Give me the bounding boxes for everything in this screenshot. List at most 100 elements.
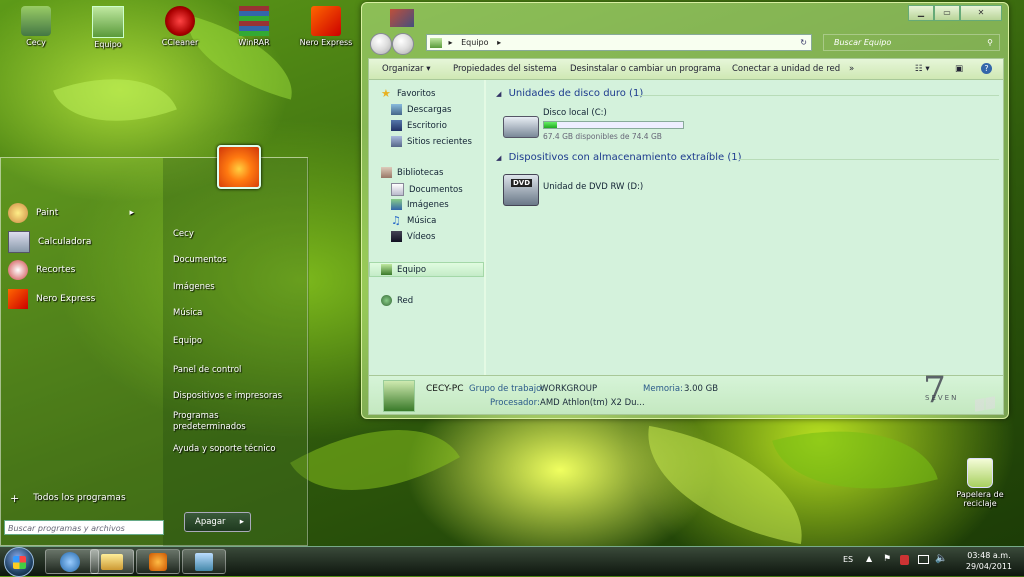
shutdown-button[interactable]: Apagar ▸ — [184, 512, 251, 532]
program-label: Paint — [36, 208, 59, 218]
desktop-icon-nero[interactable]: Nero Express — [298, 6, 354, 47]
back-button[interactable] — [370, 33, 392, 55]
plus-icon: + — [10, 491, 20, 505]
close-button[interactable]: ✕ — [960, 5, 1002, 21]
nav-label: Música — [407, 215, 437, 226]
nav-label: Favoritos — [397, 88, 436, 99]
start-link-help[interactable]: Ayuda y soporte técnico — [173, 444, 276, 455]
recycle-bin-label-line2: reciclaje — [963, 499, 997, 508]
nav-network[interactable]: Red — [381, 295, 413, 306]
taskbar-control-panel[interactable] — [182, 549, 226, 574]
nav-libraries[interactable]: Bibliotecas — [381, 167, 443, 178]
forward-button[interactable] — [392, 33, 414, 55]
start-program-nero[interactable]: Nero Express — [8, 288, 95, 310]
nero-express-icon — [311, 6, 341, 36]
view-options-icon[interactable]: ☷ ▾ — [915, 64, 930, 74]
all-programs[interactable]: + Todos los programas — [10, 487, 126, 509]
clock-time: 03:48 a.m. — [967, 551, 1011, 560]
recent-places-icon — [391, 136, 402, 147]
nav-music[interactable]: ♫ Música — [391, 215, 436, 226]
start-program-snipping[interactable]: Recortes — [8, 259, 75, 281]
nav-computer[interactable]: Equipo — [381, 264, 426, 275]
desktop-icon-computer[interactable]: Equipo — [80, 6, 136, 49]
start-link-user[interactable]: Cecy — [173, 229, 194, 240]
network-tray-icon[interactable] — [918, 555, 929, 564]
program-label: Nero Express — [36, 294, 96, 304]
drive-c[interactable]: Disco local (C:) 67.4 GB disponibles de … — [503, 108, 703, 142]
volume-icon[interactable]: 🔈 — [935, 553, 947, 564]
control-panel-icon — [195, 553, 213, 571]
window-app-icon — [390, 9, 414, 27]
nav-downloads[interactable]: Descargas — [391, 104, 451, 115]
folder-icon — [101, 554, 123, 570]
start-program-paint[interactable]: Paint ▸ — [8, 202, 134, 224]
caption-buttons: ▁ ▭ ✕ — [908, 5, 1002, 21]
breadcrumb-separator: ▸ — [448, 38, 453, 47]
taskbar-media-player[interactable] — [136, 549, 180, 574]
start-link-music[interactable]: Música — [173, 308, 202, 319]
explorer-search-input[interactable]: Buscar Equipo ⚲ — [823, 34, 1000, 51]
organize-button[interactable]: Organizar ▾ — [382, 64, 431, 74]
libraries-icon — [381, 167, 392, 178]
desktop-icon-label: Equipo — [94, 40, 122, 49]
breadcrumb-arrow[interactable]: ▸ — [497, 38, 501, 47]
desktop-icon-ccleaner[interactable]: CCleaner — [152, 6, 208, 47]
start-link-pictures[interactable]: Imágenes — [173, 282, 215, 293]
action-center-flag-icon[interactable]: ⚑ — [883, 554, 891, 564]
group-header-removable[interactable]: ◢ Dispositivos con almacenamiento extraí… — [496, 152, 742, 163]
system-properties-button[interactable]: Propiedades del sistema — [453, 64, 557, 74]
link-line: predeterminados — [173, 422, 246, 432]
start-link-devices[interactable]: Dispositivos e impresoras — [173, 391, 282, 402]
show-hidden-icons-icon[interactable]: ▲ — [866, 554, 872, 563]
start-link-documents[interactable]: Documentos — [173, 255, 227, 266]
start-search-input[interactable]: Buscar programas y archivos — [4, 520, 164, 535]
nav-documents[interactable]: Documentos — [391, 183, 463, 196]
maximize-button[interactable]: ▭ — [934, 5, 960, 21]
nav-pictures[interactable]: Imágenes — [391, 199, 449, 210]
user-avatar[interactable] — [217, 145, 261, 189]
minimize-button[interactable]: ▁ — [908, 5, 934, 21]
drive-dvd[interactable]: DVD Unidad de DVD RW (D:) — [503, 172, 703, 206]
submenu-arrow-icon: ▸ — [129, 208, 134, 218]
address-bar[interactable]: ▸ Equipo ▸ ↻ — [426, 34, 812, 51]
start-link-computer[interactable]: Equipo — [173, 336, 202, 347]
nav-recent-places[interactable]: Sitios recientes — [391, 136, 472, 147]
start-link-default-programs[interactable]: Programas predeterminados — [173, 411, 246, 433]
uninstall-program-button[interactable]: Desinstalar o cambiar un programa — [570, 64, 721, 74]
breadcrumb-equipo[interactable]: Equipo — [461, 38, 488, 47]
nav-videos[interactable]: Vídeos — [391, 231, 435, 242]
help-icon[interactable]: ? — [981, 63, 992, 74]
desktop-icon-user[interactable]: Cecy — [8, 6, 64, 47]
preview-pane-icon[interactable]: ▣ — [955, 64, 963, 74]
taskbar-file-explorer[interactable] — [90, 549, 134, 574]
drive-usage-bar — [543, 121, 684, 129]
start-link-control-panel[interactable]: Panel de control — [173, 365, 241, 376]
map-network-drive-button[interactable]: Conectar a unidad de red — [732, 64, 840, 74]
clock[interactable]: 03:48 a.m. 29/04/2011 — [966, 550, 1012, 572]
start-button[interactable] — [4, 547, 34, 577]
refresh-icon[interactable]: ↻ — [800, 35, 807, 51]
documents-icon — [391, 183, 404, 196]
more-commands-button[interactable]: » — [849, 64, 854, 74]
nav-favorites[interactable]: ★ Favoritos — [381, 88, 435, 99]
start-program-calculator[interactable]: Calculadora — [8, 231, 91, 253]
media-player-icon — [149, 553, 167, 571]
security-icon[interactable] — [900, 555, 909, 565]
nav-label: Imágenes — [407, 199, 449, 210]
seven-logo: 7 — [923, 370, 946, 411]
videos-icon — [391, 231, 402, 242]
language-indicator[interactable]: ES — [843, 555, 853, 564]
music-icon: ♫ — [391, 214, 401, 227]
nav-desktop[interactable]: Escritorio — [391, 120, 447, 131]
group-title: Dispositivos con almacenamiento extraíbl… — [508, 152, 742, 163]
group-divider — [639, 95, 999, 96]
group-header-hard-drives[interactable]: ◢ Unidades de disco duro (1) — [496, 88, 643, 99]
desktop-icon-winrar[interactable]: WinRAR — [226, 6, 282, 47]
desktop-icon-label: Nero Express — [299, 38, 353, 47]
program-label: Calculadora — [38, 237, 92, 247]
group-title: Unidades de disco duro (1) — [508, 88, 644, 99]
nav-label: Equipo — [397, 264, 427, 275]
desktop-icon-recycle-bin[interactable]: Papelera de reciclaje — [950, 458, 1010, 508]
drive-usage-fill — [544, 122, 558, 128]
all-programs-label: Todos los programas — [33, 493, 126, 503]
